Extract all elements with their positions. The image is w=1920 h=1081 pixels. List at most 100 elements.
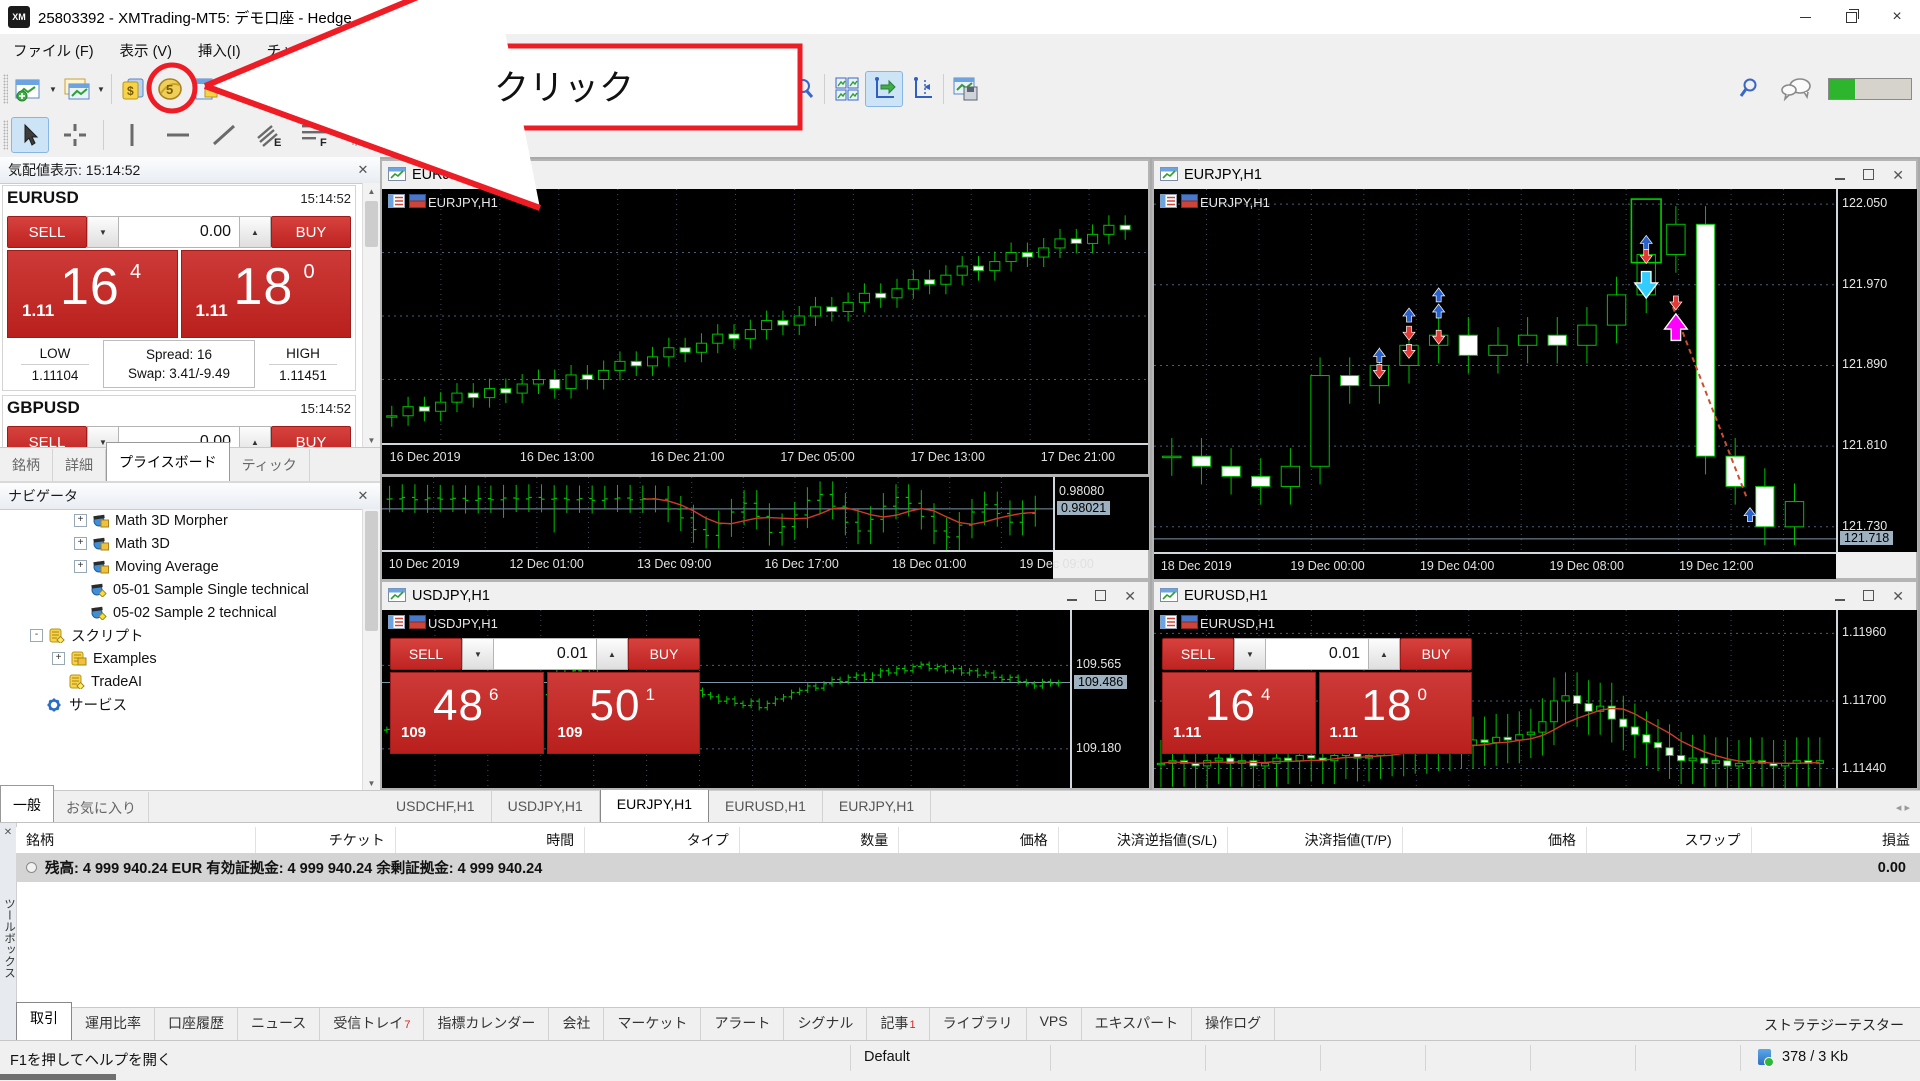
column-header-6[interactable]: 価格 <box>898 827 1058 853</box>
navigator-item-4[interactable]: 05-01 Sample Single technical <box>0 578 358 601</box>
chart-window-strip[interactable]: 0.980800.9802110 Dec 201912 Dec 01:0013 … <box>380 475 1150 580</box>
lot-increase-icon[interactable]: ▲ <box>239 426 271 448</box>
toolbox-tab-15[interactable]: 操作ログ <box>1192 1008 1275 1041</box>
column-header-4[interactable]: タイプ <box>584 827 739 853</box>
sell-button[interactable]: SELL <box>7 426 87 448</box>
fibonacci-icon[interactable]: F <box>298 118 334 152</box>
toolbox-tab-12[interactable]: ライブラリ <box>930 1008 1027 1041</box>
sell-price-panel[interactable]: 1.11164 <box>1162 672 1316 754</box>
chart-window-tl[interactable]: EURJPY,H1EURJPY,H116 Dec 201916 Dec 13:0… <box>380 159 1150 475</box>
column-header-9[interactable]: 価格 <box>1402 827 1586 853</box>
tree-expand-icon[interactable]: + <box>74 560 87 573</box>
navigator-close-icon[interactable]: ✕ <box>354 488 372 504</box>
toolbox-tab-5[interactable]: 受信トレイ7 <box>320 1008 424 1041</box>
algo-trading-mql5-icon[interactable]: 5 <box>152 72 188 106</box>
toolbox-tab-14[interactable]: エキスパート <box>1082 1008 1193 1041</box>
profiles-icon[interactable] <box>59 72 95 106</box>
navigator-item-2[interactable]: +Math 3D <box>0 532 358 555</box>
column-header-11[interactable]: 損益 <box>1751 827 1920 853</box>
depth-of-market-icon[interactable] <box>1160 194 1177 208</box>
navigator-item-5[interactable]: 05-02 Sample 2 technical <box>0 601 358 624</box>
scroll-down-icon[interactable]: ▼ <box>363 432 380 448</box>
lot-decrease-icon[interactable]: ▼ <box>1234 638 1266 670</box>
lot-input[interactable]: 0.01 <box>494 638 596 670</box>
chart-plot-strip[interactable] <box>382 477 1054 551</box>
toolbox-tab-11[interactable]: 記事1 <box>867 1008 929 1041</box>
market-watch-tab-1[interactable]: 銘柄 <box>0 449 53 481</box>
new-chart-icon[interactable] <box>11 72 47 106</box>
profiles-dropdown-icon[interactable]: ▼ <box>95 72 107 106</box>
chat-icon[interactable] <box>1778 72 1814 106</box>
toolbox-tab-3[interactable]: 口座履歴 <box>155 1008 238 1041</box>
horizontal-line-icon[interactable] <box>160 118 196 152</box>
buy-button[interactable]: BUY <box>271 426 351 448</box>
one-click-trading-icon[interactable] <box>409 194 426 208</box>
toolbox-tab-9[interactable]: アラート <box>701 1008 784 1041</box>
navigator-item-1[interactable]: +Math 3D Morpher <box>0 509 358 532</box>
navigator-scrollbar[interactable]: ▼ <box>362 509 380 791</box>
scroll-up-icon[interactable]: ▲ <box>363 183 380 199</box>
market-watch-close-icon[interactable]: ✕ <box>354 162 372 178</box>
buy-price-panel[interactable]: 1.11180 <box>181 250 352 338</box>
window-close-icon[interactable]: ✕ <box>1892 167 1904 184</box>
cursor-icon[interactable] <box>11 117 49 153</box>
window-maximize-icon[interactable] <box>1863 167 1874 183</box>
navigator-tab-2[interactable]: お気に入り <box>54 792 149 824</box>
chart-tab-2[interactable]: USDJPY,H1 <box>492 789 600 823</box>
navigator-item-8[interactable]: TradeAI <box>0 670 358 693</box>
save-chart-icon[interactable] <box>948 72 984 106</box>
one-click-trading-icon[interactable] <box>1181 615 1198 629</box>
lot-input[interactable]: 0.01 <box>1266 638 1368 670</box>
chart-plot-br[interactable]: EURUSD,H1SELL▼0.01▲BUY1.111641.11180 <box>1154 610 1837 788</box>
buy-button[interactable]: BUY <box>271 216 351 248</box>
chart-window-bl[interactable]: USDJPY,H1✕USDJPY,H1SELL▼0.01▲BUY10948610… <box>380 580 1150 790</box>
sell-button[interactable]: SELL <box>1162 638 1234 670</box>
navigator-item-6[interactable]: -スクリプト <box>0 624 358 647</box>
toolbox-tab-6[interactable]: 指標カレンダー <box>424 1008 549 1041</box>
window-maximize-icon[interactable] <box>1863 588 1874 604</box>
navigator-item-3[interactable]: +Moving Average <box>0 555 358 578</box>
column-header-5[interactable]: 数量 <box>739 827 899 853</box>
toolbox-tab-7[interactable]: 会社 <box>549 1008 604 1041</box>
column-header-7[interactable]: 決済逆指値(S/L) <box>1058 827 1227 853</box>
window-minimize-icon[interactable] <box>1835 588 1845 604</box>
chart-plot-tl[interactable]: EURJPY,H1 <box>382 189 1148 444</box>
sell-button[interactable]: SELL <box>390 638 462 670</box>
restore-button[interactable] <box>1828 0 1874 34</box>
metaeditor-icon[interactable] <box>188 72 224 106</box>
one-click-trading-icon[interactable] <box>1181 194 1198 208</box>
depth-of-market-icon[interactable] <box>388 615 405 629</box>
market-watch-tab-4[interactable]: ティック <box>230 449 310 481</box>
toolbox-tab-10[interactable]: シグナル <box>784 1008 867 1041</box>
market-watch-tab-2[interactable]: 詳細 <box>53 449 106 481</box>
chart-plot-bl[interactable]: USDJPY,H1SELL▼0.01▲BUY109486109501 <box>382 610 1071 788</box>
column-header-8[interactable]: 決済指値(T/P) <box>1227 827 1401 853</box>
navigator-item-9[interactable]: サービス <box>0 693 358 716</box>
toolbox-close-icon[interactable]: ✕ <box>0 827 16 838</box>
chart-plot-tr[interactable]: EURJPY,H1 <box>1154 189 1837 553</box>
column-header-2[interactable]: チケット <box>255 827 395 853</box>
column-header-10[interactable]: スワップ <box>1586 827 1750 853</box>
minimize-button[interactable] <box>1782 0 1828 34</box>
buy-button[interactable]: BUY <box>628 638 700 670</box>
lot-decrease-icon[interactable]: ▼ <box>87 216 119 248</box>
toolbox-tab-1[interactable]: 取引 <box>16 1002 72 1041</box>
toolbox-tab-13[interactable]: VPS <box>1027 1008 1082 1041</box>
window-minimize-icon[interactable] <box>1067 588 1077 604</box>
window-minimize-icon[interactable] <box>1835 167 1845 183</box>
tree-expand-icon[interactable]: + <box>52 652 65 665</box>
search-icon[interactable] <box>1734 72 1764 106</box>
equidistant-channel-icon[interactable]: E <box>252 118 288 152</box>
lot-increase-icon[interactable]: ▲ <box>239 216 271 248</box>
auto-scroll-icon[interactable] <box>865 71 903 107</box>
buy-button[interactable]: BUY <box>1400 638 1472 670</box>
navigator-tab-1[interactable]: 一般 <box>0 785 54 824</box>
depth-of-market-icon[interactable] <box>1160 615 1177 629</box>
chart-tab-4[interactable]: EURUSD,H1 <box>709 789 823 823</box>
menu-item-5[interactable]: ツール(T) <box>362 34 450 66</box>
trendline-icon[interactable] <box>206 118 242 152</box>
buy-price-panel[interactable]: 1.11180 <box>1319 672 1473 754</box>
sell-price-panel[interactable]: 109486 <box>390 672 544 754</box>
menu-item-1[interactable]: ファイル (F) <box>0 34 107 66</box>
lot-decrease-icon[interactable]: ▼ <box>462 638 494 670</box>
